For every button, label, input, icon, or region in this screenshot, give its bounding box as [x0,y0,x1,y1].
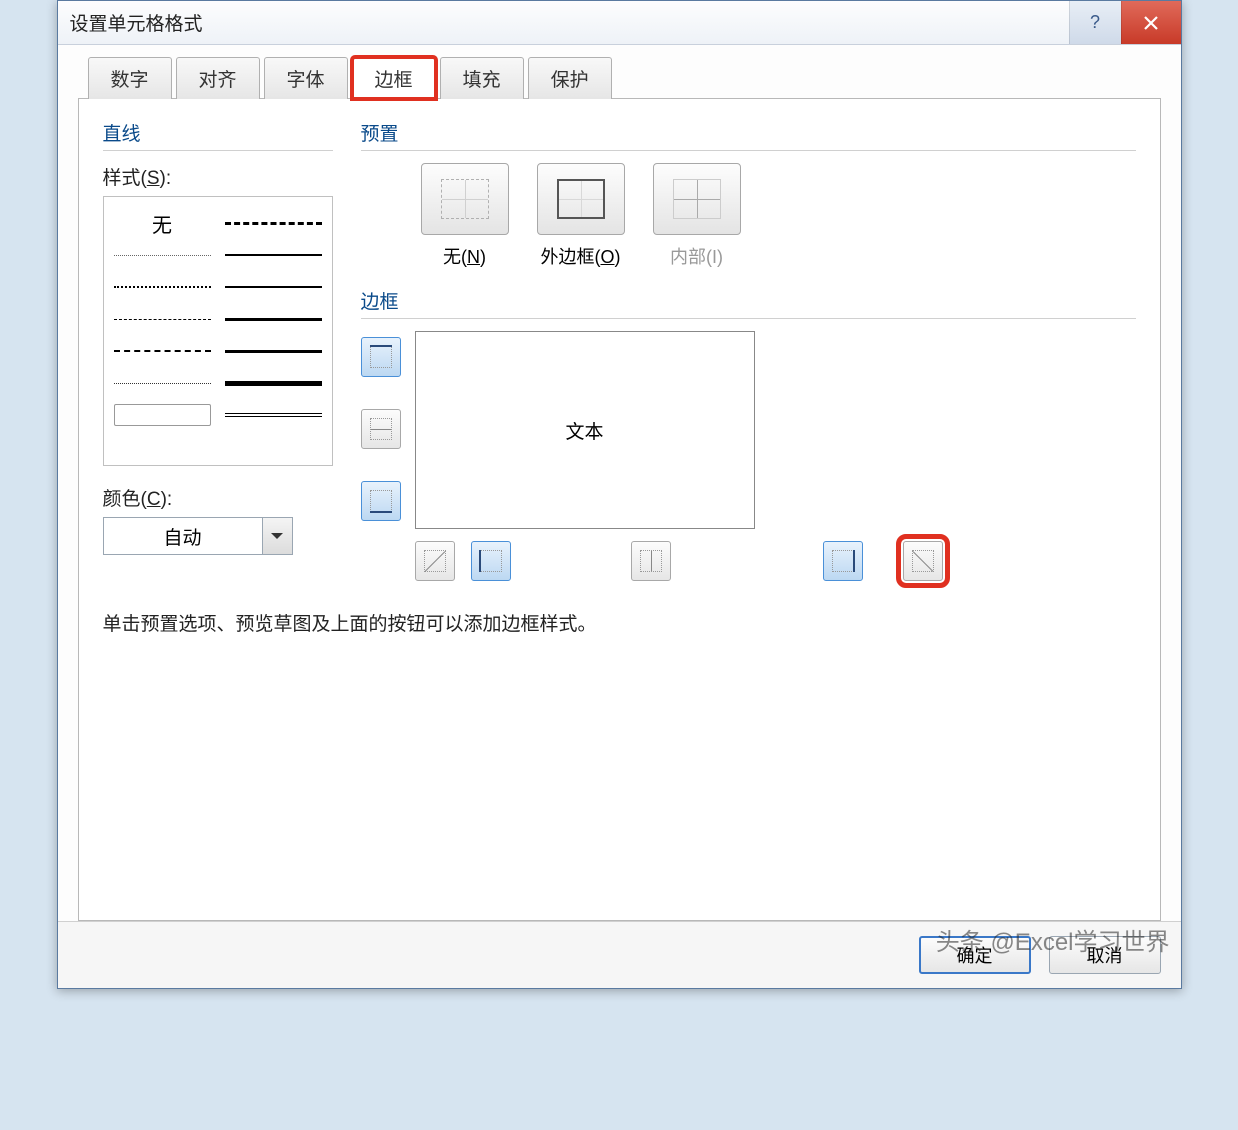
close-button[interactable] [1121,1,1181,44]
dialog-window: 设置单元格格式 ? 数字 对齐 字体 边框 填充 保护 直线 样式(S): 无 [57,0,1182,989]
dialog-footer: 确定 取消 [58,921,1181,988]
border-right-icon [832,550,854,572]
style-label: 样式(S): [103,163,333,190]
dropdown-button[interactable] [262,518,292,554]
tab-border[interactable]: 边框 [352,57,436,99]
line-style-sample[interactable] [225,286,322,288]
preset-inside-label: 内部(I) [653,243,741,269]
preset-outline: 外边框(O) [537,163,625,269]
tab-fill[interactable]: 填充 [440,57,524,99]
hint-text: 单击预置选项、预览草图及上面的按钮可以添加边框样式。 [103,609,1136,636]
line-style-none[interactable]: 无 [114,209,211,238]
tab-bar: 数字 对齐 字体 边框 填充 保护 [78,57,1161,99]
line-style-sample[interactable] [225,381,322,386]
border-left-icon [480,550,502,572]
border-top-icon [370,346,392,368]
ok-button[interactable]: 确定 [919,936,1031,974]
preset-inside-button[interactable] [653,163,741,235]
tab-align[interactable]: 对齐 [176,57,260,99]
color-combo[interactable]: 自动 [103,517,293,555]
preset-outline-icon [557,179,605,219]
line-style-list[interactable]: 无 [103,196,333,466]
preset-none-label: 无(N) [421,243,509,269]
close-icon [1143,15,1159,31]
tab-number[interactable]: 数字 [88,57,172,99]
line-style-sample[interactable] [114,319,211,320]
preset-none-button[interactable] [421,163,509,235]
tab-font[interactable]: 字体 [264,57,348,99]
line-style-sample[interactable] [114,383,211,384]
line-style-sample[interactable] [114,255,211,256]
preset-inside-icon [673,179,721,219]
border-top-button[interactable] [361,337,401,377]
line-style-sample[interactable] [225,413,322,417]
border-horizontal-icon [370,418,392,440]
preset-outline-button[interactable] [537,163,625,235]
line-style-sample[interactable] [225,254,322,256]
preset-outline-label: 外边框(O) [537,243,625,269]
titlebar: 设置单元格格式 ? [58,1,1181,45]
color-label: 颜色(C): [103,484,333,511]
diag-down-icon [424,550,446,572]
preset-none-icon [441,179,489,219]
border-vertical-icon [640,550,662,572]
line-style-sample[interactable] [225,350,322,353]
help-button[interactable]: ? [1069,1,1121,44]
tab-panel-border: 直线 样式(S): 无 [78,98,1161,921]
group-presets-title: 预置 [361,119,1136,151]
preview-text: 文本 [565,417,603,444]
line-style-sample[interactable] [114,350,211,352]
line-style-sample[interactable] [225,222,322,225]
border-vertical-button[interactable] [631,541,671,581]
group-border-title: 边框 [361,287,1136,319]
border-horizontal-button[interactable] [361,409,401,449]
border-diag-down-button[interactable] [415,541,455,581]
line-style-selected[interactable] [114,404,211,426]
dialog-title: 设置单元格格式 [70,9,1069,36]
color-value: 自动 [104,523,262,550]
border-preview[interactable]: 文本 [415,331,755,529]
tab-protect[interactable]: 保护 [528,57,612,99]
preset-inside: 内部(I) [653,163,741,269]
border-bottom-button[interactable] [361,481,401,521]
cancel-button[interactable]: 取消 [1049,936,1161,974]
border-left-button[interactable] [471,541,511,581]
preset-none: 无(N) [421,163,509,269]
border-bottom-icon [370,490,392,512]
group-line-title: 直线 [103,119,333,151]
diag-up-icon [912,550,934,572]
line-style-sample[interactable] [114,286,211,288]
border-diag-up-button[interactable] [903,541,943,581]
line-style-sample[interactable] [225,318,322,321]
border-right-button[interactable] [823,541,863,581]
